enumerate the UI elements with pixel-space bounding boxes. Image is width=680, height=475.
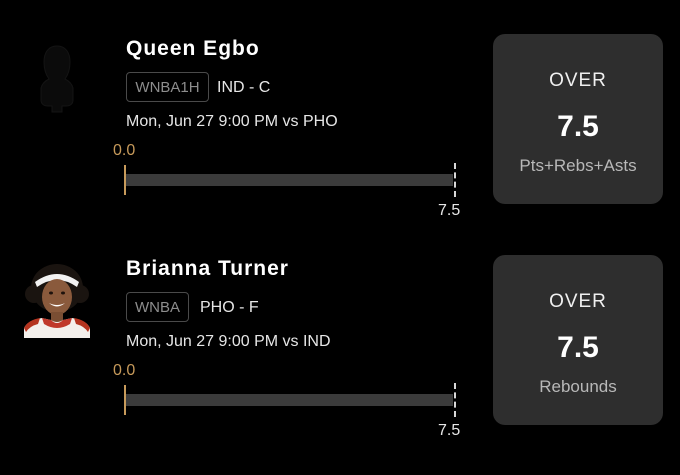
progress-target-label: 7.5 bbox=[438, 202, 461, 219]
game-time: Mon, Jun 27 9:00 PM vs IND bbox=[126, 333, 331, 350]
line-value: 7.5 bbox=[557, 331, 599, 364]
line-stat: Pts+Rebs+Asts bbox=[519, 156, 637, 175]
player-silhouette-icon bbox=[18, 40, 96, 118]
progress-target-marker bbox=[454, 163, 456, 197]
projection-card[interactable]: Brianna Turner WNBA PHO - F Mon, Jun 27 … bbox=[0, 220, 680, 440]
player-name: Queen Egbo bbox=[126, 37, 260, 60]
line-value: 7.5 bbox=[557, 110, 599, 143]
league-badge: WNBA bbox=[126, 292, 189, 322]
progress-bar bbox=[126, 174, 453, 186]
line-stat: Rebounds bbox=[539, 377, 617, 396]
progress-target-label: 7.5 bbox=[438, 422, 461, 439]
progress-target-marker bbox=[454, 383, 456, 417]
line-box[interactable]: OVER 7.5 Pts+Rebs+Asts bbox=[493, 34, 663, 204]
team-position: PHO - F bbox=[200, 299, 259, 316]
game-time: Mon, Jun 27 9:00 PM vs PHO bbox=[126, 113, 338, 130]
team-position: IND - C bbox=[217, 79, 271, 96]
league-badge: WNBA1H bbox=[126, 72, 209, 102]
progress-start-label: 0.0 bbox=[113, 362, 136, 379]
line-direction: OVER bbox=[549, 291, 607, 312]
line-direction: OVER bbox=[549, 70, 607, 91]
progress-bar bbox=[126, 394, 453, 406]
player-name: Brianna Turner bbox=[126, 257, 289, 280]
progress-start-label: 0.0 bbox=[113, 142, 136, 159]
player-headshot bbox=[18, 260, 96, 338]
projection-card[interactable]: Queen Egbo WNBA1H IND - C Mon, Jun 27 9:… bbox=[0, 0, 680, 220]
line-box[interactable]: OVER 7.5 Rebounds bbox=[493, 255, 663, 425]
